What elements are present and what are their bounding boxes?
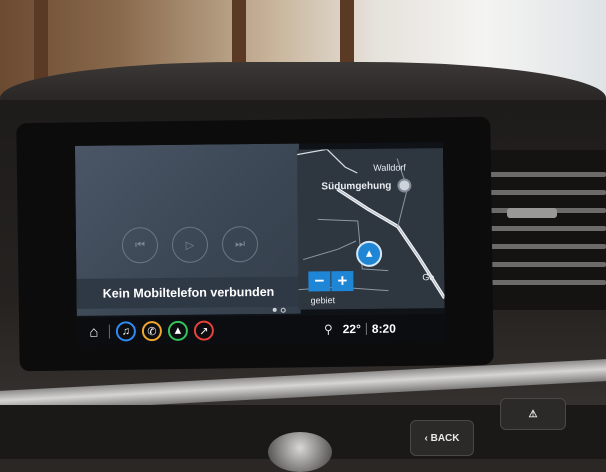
media-pane[interactable]: ⏮ ▷ ⏭ Kein Mobiltelefon verbunden bbox=[74, 143, 301, 316]
hardware-button[interactable]: ⚠ bbox=[500, 398, 566, 430]
connectivity-icon[interactable]: ↗ bbox=[193, 320, 215, 341]
map-place-label: Walldorf bbox=[373, 162, 406, 173]
play-icon[interactable]: ▷ bbox=[171, 226, 209, 263]
volume-knob[interactable] bbox=[268, 432, 332, 472]
vent-adjuster[interactable] bbox=[507, 208, 557, 218]
map-road bbox=[303, 240, 357, 261]
map-zoom-controls: − + bbox=[308, 271, 354, 292]
tc-off-icon: ⚠ bbox=[528, 408, 538, 420]
zoom-in-button[interactable]: + bbox=[331, 271, 354, 292]
map-highway-center bbox=[337, 188, 445, 299]
vehicle-position-icon: ▲ bbox=[355, 240, 383, 267]
navigation-map[interactable]: Walldorf Südumgehung ▲ Ge gebiet − + bbox=[297, 148, 445, 310]
music-icon[interactable]: ♫ bbox=[115, 321, 137, 342]
divider bbox=[365, 322, 367, 335]
infotainment-screen: ⏮ ▷ ⏭ Kein Mobiltelefon verbunden Walldo… bbox=[74, 142, 446, 346]
back-button-label: ‹ BACK bbox=[424, 432, 460, 444]
page-dot-active bbox=[272, 307, 277, 312]
temperature-readout: 22° bbox=[342, 321, 361, 337]
back-hardware-button[interactable]: ‹ BACK bbox=[410, 420, 474, 456]
shortcut-bar: ⌂ ♫ ✆ ▲ ↗ ⚲ 22° 8:20 bbox=[76, 314, 446, 346]
page-dot bbox=[280, 307, 286, 313]
phone-icon[interactable]: ✆ bbox=[141, 321, 163, 342]
map-partial-label: Ge bbox=[422, 272, 435, 283]
location-pin-icon: ⚲ bbox=[323, 322, 333, 337]
media-status-bar: Kein Mobiltelefon verbunden bbox=[76, 276, 301, 309]
page-indicator bbox=[272, 307, 286, 313]
map-partial-label: gebiet bbox=[310, 295, 336, 306]
divider bbox=[108, 324, 110, 339]
previous-track-icon[interactable]: ⏮ bbox=[121, 227, 159, 264]
map-road bbox=[297, 148, 358, 174]
clock-readout: 8:20 bbox=[371, 321, 396, 336]
zoom-out-button[interactable]: − bbox=[308, 271, 331, 292]
media-status-text: Kein Mobiltelefon verbunden bbox=[102, 284, 275, 301]
media-controls: ⏮ ▷ ⏭ bbox=[121, 226, 259, 264]
map-road-label: Südumgehung bbox=[321, 180, 392, 193]
map-highway bbox=[336, 187, 445, 300]
poi-icon[interactable] bbox=[397, 178, 412, 193]
home-icon[interactable]: ⌂ bbox=[85, 322, 103, 342]
next-track-icon[interactable]: ⏭ bbox=[221, 226, 259, 263]
navigation-icon[interactable]: ▲ bbox=[167, 320, 189, 341]
